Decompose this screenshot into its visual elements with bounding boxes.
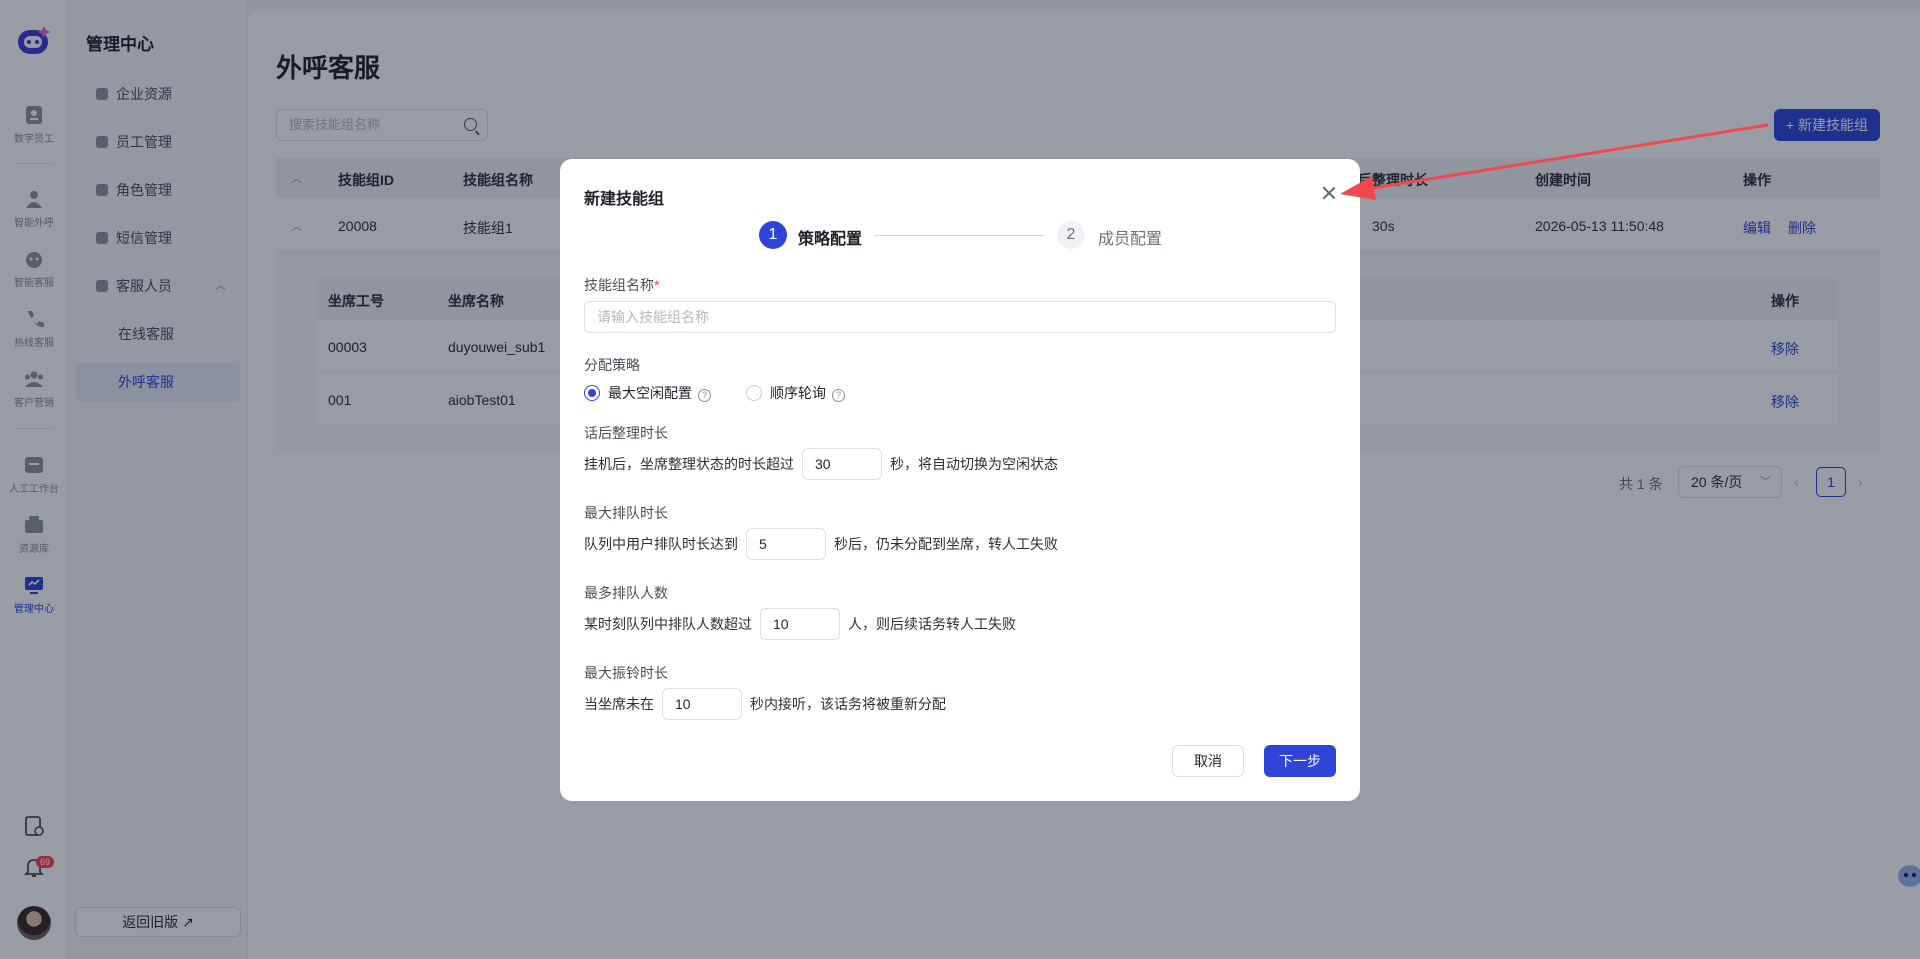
arrow-head xyxy=(1340,176,1376,200)
arrow-shaft xyxy=(1359,123,1769,192)
annotation-arrow xyxy=(1340,123,1769,200)
